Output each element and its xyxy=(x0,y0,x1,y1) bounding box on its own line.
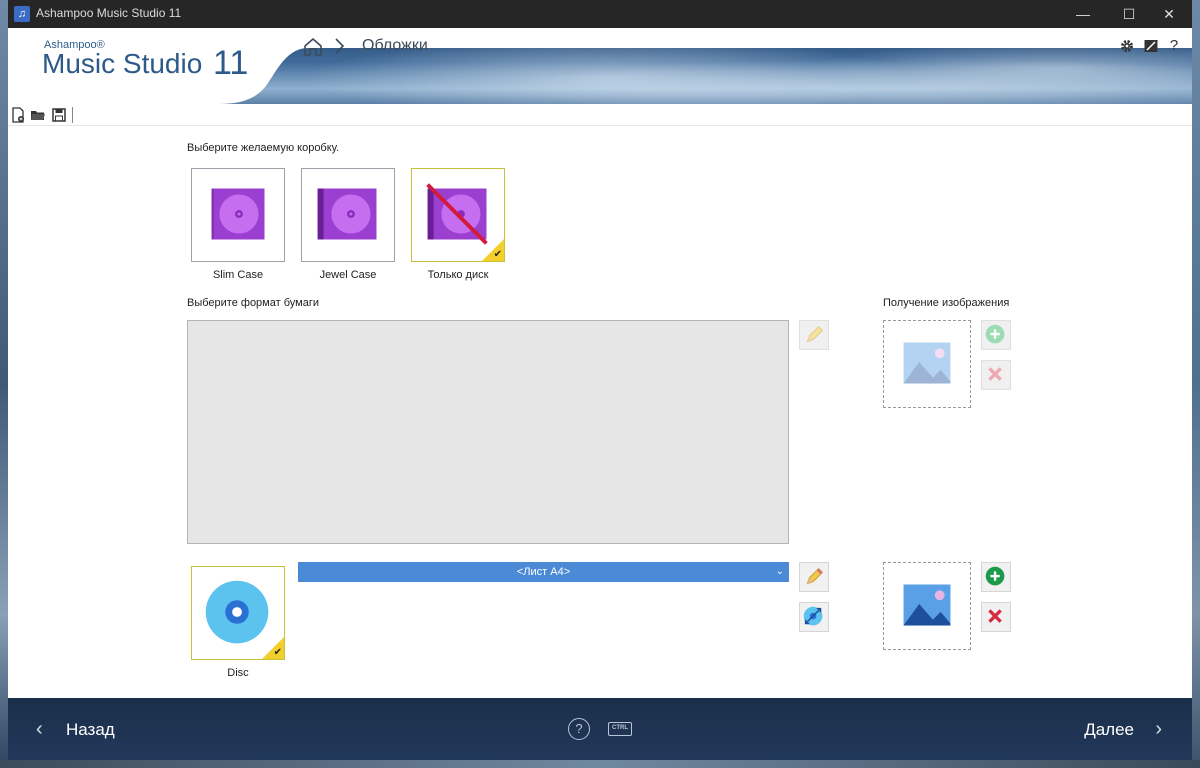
remove-image-button[interactable] xyxy=(981,602,1011,632)
image-drop-zone-bottom[interactable] xyxy=(883,562,971,650)
add-icon xyxy=(985,566,1005,586)
page-title: Обложки xyxy=(362,37,428,54)
footer-bar: ‹ Назад ? CTRL Далее › xyxy=(8,698,1192,760)
add-image-button[interactable] xyxy=(981,562,1011,592)
add-image-button-top[interactable] xyxy=(981,320,1011,350)
new-project-icon[interactable] xyxy=(10,107,26,123)
app-window: ♫ Ashampoo Music Studio 11 — ☐ ✕ Ashampo… xyxy=(8,0,1192,760)
paper-format-value: <Лист A4> xyxy=(516,566,571,578)
save-icon[interactable] xyxy=(51,107,67,123)
desktop-background-right xyxy=(1192,0,1200,768)
edit-icon[interactable] xyxy=(1143,38,1159,54)
case-prompt: Выберите желаемую коробку. xyxy=(187,142,340,154)
desktop-background-left xyxy=(0,0,8,768)
edit-layout-button[interactable] xyxy=(799,320,829,350)
next-button[interactable]: Далее xyxy=(1084,720,1134,740)
help-circle-icon[interactable]: ? xyxy=(568,718,590,740)
music-note-icon: ♫ xyxy=(14,6,30,22)
home-icon[interactable] xyxy=(302,36,324,58)
brand-name: Music Studio xyxy=(42,48,203,79)
image-placeholder-icon xyxy=(903,342,951,384)
chevron-left-icon[interactable]: ‹ xyxy=(36,718,43,741)
case-label-jewel: Jewel Case xyxy=(319,269,377,281)
disc-arrows-icon xyxy=(803,606,823,626)
ctrl-key-icon[interactable]: CTRL xyxy=(608,722,632,736)
pencil-icon xyxy=(806,325,824,343)
case-label-disc-only: Только диск xyxy=(427,269,489,281)
disc-layout-button[interactable] xyxy=(799,602,829,632)
case-label-slim: Slim Case xyxy=(212,269,264,281)
main-content: Выберите желаемую коробку. Slim Case Jew… xyxy=(8,126,1192,698)
add-icon xyxy=(985,324,1005,344)
chevron-right-icon[interactable]: › xyxy=(1155,718,1162,741)
chevron-down-icon: ⌄ xyxy=(775,566,784,577)
open-folder-icon[interactable] xyxy=(30,107,46,123)
case-option-slim[interactable] xyxy=(191,168,285,262)
close-button[interactable]: ✕ xyxy=(1146,0,1192,28)
check-icon: ✔ xyxy=(273,647,282,658)
brand-version: 11 xyxy=(213,44,249,82)
disc-label: Disc xyxy=(227,667,249,679)
back-button[interactable]: Назад xyxy=(66,720,115,740)
window-title: Ashampoo Music Studio 11 xyxy=(36,6,182,20)
image-prompt: Получение изображения xyxy=(883,297,1010,309)
delete-icon xyxy=(988,609,1002,623)
case-option-jewel[interactable] xyxy=(301,168,395,262)
check-icon: ✔ xyxy=(493,249,502,260)
remove-image-button-top[interactable] xyxy=(981,360,1011,390)
pencil-icon xyxy=(806,567,824,585)
cover-preview-area xyxy=(187,320,789,544)
paper-format-select[interactable]: <Лист A4> ⌄ xyxy=(298,562,789,582)
image-drop-zone-top[interactable] xyxy=(883,320,971,408)
image-icon xyxy=(903,584,951,626)
minimize-button[interactable]: — xyxy=(1060,0,1106,28)
edit-disc-button[interactable] xyxy=(799,562,829,592)
desktop-background-bottom xyxy=(0,760,1200,768)
cd-case-icon xyxy=(317,188,377,240)
disc-item[interactable]: ✔ xyxy=(191,566,285,660)
app-header: Ashampoo® Music Studio 11 Обложки ? xyxy=(8,28,1192,104)
chevron-right-icon xyxy=(335,38,345,54)
cd-case-icon xyxy=(211,188,265,240)
delete-icon xyxy=(988,367,1002,381)
help-icon[interactable]: ? xyxy=(1166,38,1182,54)
paper-prompt: Выберите формат бумаги xyxy=(187,297,319,309)
toolbar xyxy=(8,104,1192,126)
toolbar-separator xyxy=(72,107,73,123)
gear-icon[interactable] xyxy=(1119,38,1135,54)
title-bar[interactable]: ♫ Ashampoo Music Studio 11 — ☐ ✕ xyxy=(8,0,1192,28)
case-option-disc-only[interactable]: ✔ xyxy=(411,168,505,262)
